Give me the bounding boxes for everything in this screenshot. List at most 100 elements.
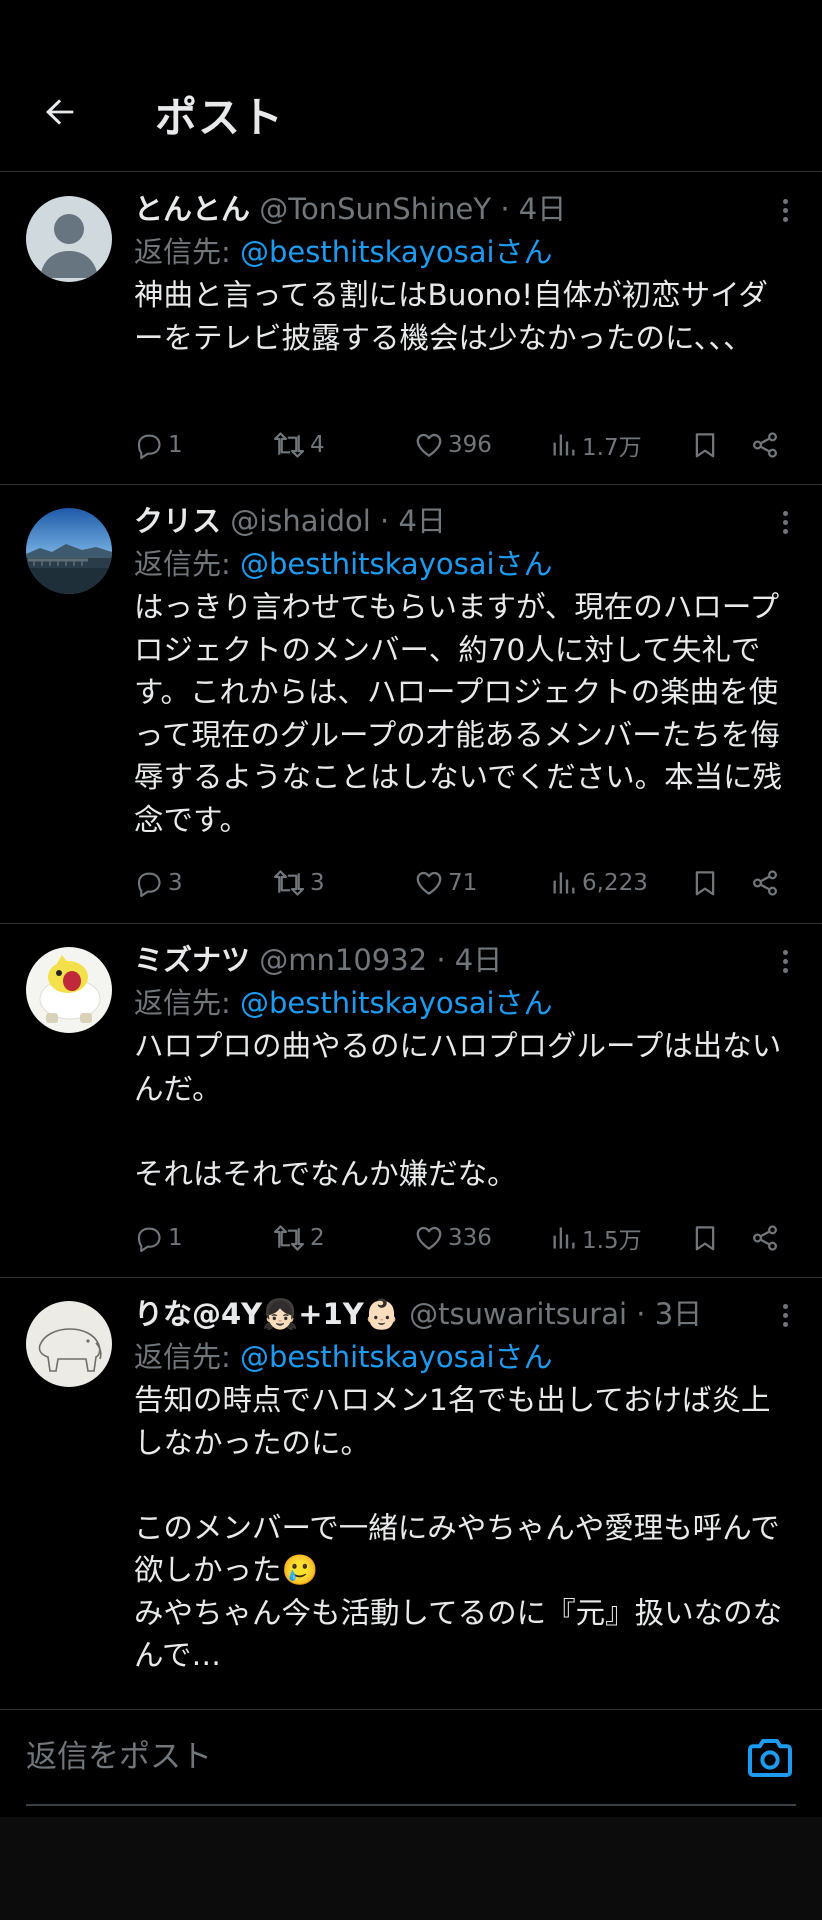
tweet-actions: 1 2 336 1.5万	[134, 1218, 784, 1258]
share-icon	[752, 432, 778, 458]
views-button[interactable]: 1.7万	[550, 425, 642, 465]
like-count: 396	[448, 432, 492, 458]
analytics-icon	[553, 872, 575, 894]
tweet-header: クリス @ishaidol · 4日	[134, 500, 742, 542]
camera-button[interactable]	[746, 1736, 794, 1780]
analytics-icon	[553, 1227, 575, 1249]
reply-to-link[interactable]: @besthitskayosaiさん	[240, 986, 553, 1020]
like-button[interactable]: 396	[414, 425, 492, 465]
avatar[interactable]	[26, 1301, 112, 1387]
views-button[interactable]: 6,223	[550, 863, 648, 903]
more-options-button[interactable]	[778, 195, 792, 231]
reply-composer	[0, 1709, 822, 1817]
separator-dot: ·	[636, 1297, 646, 1331]
reply-button[interactable]: 1	[134, 425, 183, 465]
tweet[interactable]: とんとん @TonSunShineY · 4日 返信先: @besthitska…	[0, 173, 822, 485]
retweet-icon	[273, 1225, 305, 1251]
reply-to-label: 返信先:	[134, 235, 240, 269]
tweet[interactable]: りな@4Y👧🏻+1Y👶🏻 @tsuwaritsurai · 3日 返信先: @b…	[0, 1278, 822, 1709]
like-count: 71	[448, 870, 478, 896]
share-icon	[752, 1225, 778, 1251]
views-button[interactable]: 1.5万	[550, 1218, 642, 1258]
reply-to-line: 返信先: @besthitskayosaiさん	[134, 231, 553, 273]
heart-icon	[416, 871, 442, 895]
system-navigation-area	[0, 1817, 822, 1920]
reply-icon	[137, 434, 161, 460]
retweet-icon	[273, 432, 305, 458]
like-button[interactable]: 336	[414, 1218, 492, 1258]
user-handle[interactable]: @mn10932	[259, 943, 427, 977]
reply-count: 1	[168, 1225, 183, 1251]
reply-button[interactable]: 1	[134, 1218, 183, 1258]
like-button[interactable]: 71	[414, 863, 477, 903]
page-title: ポスト	[155, 93, 285, 142]
more-options-button[interactable]	[778, 1300, 792, 1336]
reply-to-label: 返信先:	[134, 1340, 240, 1374]
retweet-button[interactable]: 3	[272, 863, 325, 903]
user-handle[interactable]: @tsuwaritsurai	[409, 1297, 627, 1331]
bookmark-button[interactable]	[690, 1218, 720, 1258]
share-button[interactable]	[750, 1218, 780, 1258]
retweet-count: 3	[310, 870, 325, 896]
share-button[interactable]	[750, 863, 780, 903]
share-button[interactable]	[750, 425, 780, 465]
reply-to-line: 返信先: @besthitskayosaiさん	[134, 543, 553, 585]
tweet-actions: 3 3 71 6,223	[134, 863, 784, 903]
reply-icon	[137, 1227, 161, 1253]
reply-to-label: 返信先:	[134, 986, 240, 1020]
reply-to-label: 返信先:	[134, 547, 240, 581]
reply-to-link[interactable]: @besthitskayosaiさん	[240, 1340, 553, 1374]
top-bar: ポスト	[0, 0, 822, 172]
reply-to-link[interactable]: @besthitskayosaiさん	[240, 547, 553, 581]
bookmark-icon	[695, 1226, 715, 1251]
tweet[interactable]: ミズナツ @mn10932 · 4日 返信先: @besthitskayosai…	[0, 924, 822, 1278]
avatar[interactable]	[26, 947, 112, 1033]
timestamp[interactable]: 4日	[398, 504, 445, 538]
display-name[interactable]: ミズナツ	[134, 943, 250, 977]
reply-to-link[interactable]: @besthitskayosaiさん	[240, 235, 553, 269]
timestamp[interactable]: 3日	[655, 1297, 702, 1331]
heart-icon	[416, 433, 442, 457]
more-options-button[interactable]	[778, 507, 792, 543]
reply-to-line: 返信先: @besthitskayosaiさん	[134, 982, 553, 1024]
tweet-text: 告知の時点でハロメン1名でも出しておけば炎上しなかったのに。 このメンバーで一緒…	[134, 1383, 783, 1672]
tweet[interactable]: クリス @ishaidol · 4日 返信先: @besthitskayosai…	[0, 485, 822, 924]
reply-icon	[137, 872, 161, 898]
more-options-button[interactable]	[778, 946, 792, 982]
tweet-actions: 1 4 396 1.7万	[134, 425, 784, 465]
user-handle[interactable]: @TonSunShineY	[259, 192, 491, 226]
display-name[interactable]: クリス	[134, 504, 221, 538]
retweet-icon	[273, 870, 305, 896]
bookmark-button[interactable]	[690, 863, 720, 903]
retweet-button[interactable]: 4	[272, 425, 325, 465]
avatar[interactable]	[26, 508, 112, 594]
share-icon	[752, 870, 778, 896]
retweet-button[interactable]: 2	[272, 1218, 325, 1258]
separator-dot: ·	[500, 192, 510, 226]
retweet-count: 4	[310, 432, 325, 458]
analytics-icon	[553, 434, 575, 456]
camera-icon	[748, 1739, 792, 1777]
reply-button[interactable]: 3	[134, 863, 183, 903]
retweet-count: 2	[310, 1225, 325, 1251]
tweet-text: はっきり言わせてもらいますが、現在のハロープロジェクトのメンバー、約70人に対し…	[134, 590, 783, 837]
display-name[interactable]: とんとん	[134, 192, 250, 226]
bookmark-icon	[695, 433, 715, 458]
avatar[interactable]	[26, 196, 112, 282]
separator-dot: ·	[380, 504, 390, 538]
bookmark-button[interactable]	[690, 425, 720, 465]
reply-input[interactable]	[26, 1710, 796, 1806]
reply-count: 3	[168, 870, 183, 896]
view-count: 6,223	[582, 870, 648, 896]
tweet-header: とんとん @TonSunShineY · 4日	[134, 188, 742, 230]
separator-dot: ·	[436, 943, 446, 977]
tweet-header: ミズナツ @mn10932 · 4日	[134, 939, 742, 981]
back-button[interactable]	[36, 88, 84, 136]
display-name[interactable]: りな@4Y👧🏻+1Y👶🏻	[134, 1297, 400, 1331]
reply-count: 1	[168, 432, 183, 458]
timestamp[interactable]: 4日	[455, 943, 502, 977]
user-handle[interactable]: @ishaidol	[230, 504, 371, 538]
arrow-left-icon	[46, 99, 74, 125]
heart-icon	[416, 1226, 442, 1250]
timestamp[interactable]: 4日	[519, 192, 566, 226]
